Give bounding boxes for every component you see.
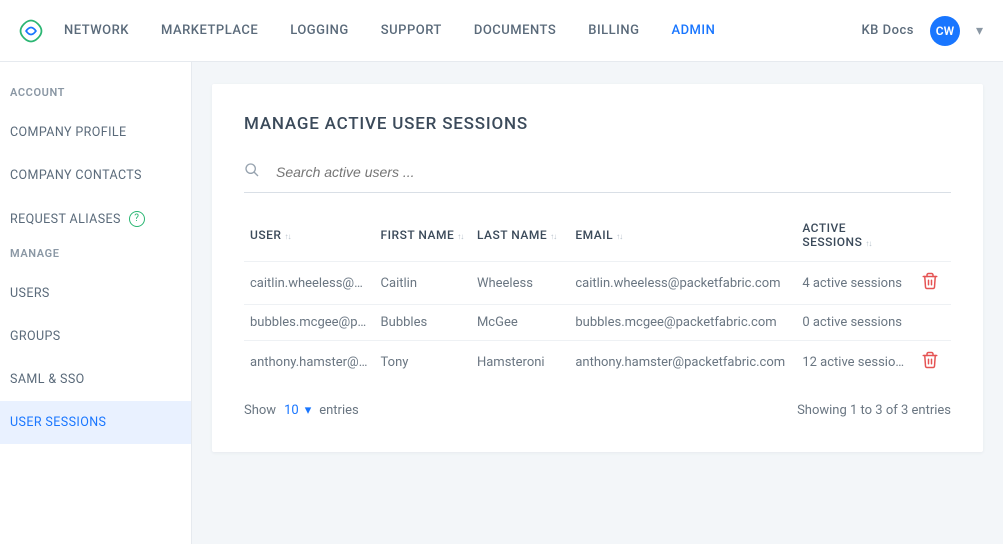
search-icon xyxy=(244,162,260,182)
sidebar-item-company-contacts[interactable]: COMPANY CONTACTS xyxy=(0,154,191,197)
main-content: MANAGE ACTIVE USER SESSIONS USER ↑↓ FIRS… xyxy=(192,62,1003,544)
sort-icon: ↑↓ xyxy=(864,239,871,248)
search-input[interactable] xyxy=(276,164,951,180)
chevron-down-icon[interactable]: ▾ xyxy=(976,23,983,39)
help-icon[interactable]: ? xyxy=(129,211,145,227)
search-row xyxy=(244,156,951,193)
cell-first-name: Bubbles xyxy=(375,305,471,341)
sessions-table: USER ↑↓ FIRST NAME ↑↓ LAST NAME ↑↓ EMAIL… xyxy=(244,211,951,383)
nav-logging[interactable]: LOGGING xyxy=(290,23,349,38)
nav-billing[interactable]: BILLING xyxy=(588,23,639,38)
sidebar-item-groups[interactable]: GROUPS xyxy=(0,315,191,358)
cell-first-name: Tony xyxy=(375,341,471,384)
nav-documents[interactable]: DOCUMENTS xyxy=(474,23,556,38)
avatar[interactable]: CW xyxy=(930,16,960,46)
sidebar-item-label: REQUEST ALIASES xyxy=(10,212,121,227)
nav-network[interactable]: NETWORK xyxy=(64,23,129,38)
sidebar-item-saml-sso[interactable]: SAML & SSO xyxy=(0,358,191,401)
col-user[interactable]: USER ↑↓ xyxy=(244,211,375,262)
cell-sessions: 0 active sessions xyxy=(796,305,915,341)
chevron-down-icon: ▾ xyxy=(305,403,312,418)
page-size-suffix: entries xyxy=(319,403,359,418)
page-title: MANAGE ACTIVE USER SESSIONS xyxy=(244,114,951,134)
nav-admin[interactable]: ADMIN xyxy=(671,23,715,38)
table-row: bubbles.mcgee@p…BubblesMcGeebubbles.mcge… xyxy=(244,305,951,341)
cell-sessions: 12 active sessions xyxy=(796,341,915,384)
table-row: anthony.hamster@…TonyHamsteronianthony.h… xyxy=(244,341,951,384)
sessions-card: MANAGE ACTIVE USER SESSIONS USER ↑↓ FIRS… xyxy=(212,84,983,452)
topbar: NETWORK MARKETPLACE LOGGING SUPPORT DOCU… xyxy=(0,0,1003,62)
top-nav: NETWORK MARKETPLACE LOGGING SUPPORT DOCU… xyxy=(64,23,715,38)
sidebar-item-users[interactable]: USERS xyxy=(0,272,191,315)
col-first-name[interactable]: FIRST NAME ↑↓ xyxy=(375,211,471,262)
col-last-name[interactable]: LAST NAME ↑↓ xyxy=(471,211,569,262)
page-size-select[interactable]: 10 ▾ xyxy=(284,403,311,418)
col-email[interactable]: EMAIL ↑↓ xyxy=(569,211,796,262)
cell-sessions: 4 active sessions xyxy=(796,262,915,305)
cell-user: anthony.hamster@… xyxy=(244,341,375,384)
sidebar-group-manage: MANAGE xyxy=(0,247,191,272)
cell-last-name: Hamsteroni xyxy=(471,341,569,384)
col-active-sessions[interactable]: ACTIVE SESSIONS ↑↓ xyxy=(796,211,915,262)
sort-icon: ↑↓ xyxy=(549,232,556,241)
sort-icon: ↑↓ xyxy=(615,232,622,241)
cell-email: anthony.hamster@packetfabric.com xyxy=(569,341,796,384)
cell-first-name: Caitlin xyxy=(375,262,471,305)
brand-logo-icon xyxy=(16,16,46,46)
sidebar-item-user-sessions[interactable]: USER SESSIONS xyxy=(0,401,191,444)
sort-icon: ↑↓ xyxy=(456,232,463,241)
sidebar-item-request-aliases[interactable]: REQUEST ALIASES ? xyxy=(0,197,191,241)
delete-session-button trash-icon[interactable] xyxy=(921,351,939,369)
sidebar-group-account: ACCOUNT xyxy=(0,86,191,111)
cell-last-name: McGee xyxy=(471,305,569,341)
table-header-row: USER ↑↓ FIRST NAME ↑↓ LAST NAME ↑↓ EMAIL… xyxy=(244,211,951,262)
cell-email: bubbles.mcgee@packetfabric.com xyxy=(569,305,796,341)
table-row: caitlin.wheeless@p…CaitlinWheelesscaitli… xyxy=(244,262,951,305)
sort-icon: ↑↓ xyxy=(283,232,290,241)
nav-support[interactable]: SUPPORT xyxy=(381,23,442,38)
showing-text: Showing 1 to 3 of 3 entries xyxy=(797,403,951,418)
page-size-selector: Show 10 ▾ entries xyxy=(244,403,359,418)
cell-user: bubbles.mcgee@p… xyxy=(244,305,375,341)
cell-last-name: Wheeless xyxy=(471,262,569,305)
page-size-prefix: Show xyxy=(244,403,276,418)
kb-docs-link[interactable]: KB Docs xyxy=(861,23,914,38)
nav-marketplace[interactable]: MARKETPLACE xyxy=(161,23,258,38)
sidebar: ACCOUNT COMPANY PROFILE COMPANY CONTACTS… xyxy=(0,62,192,544)
table-footer: Show 10 ▾ entries Showing 1 to 3 of 3 en… xyxy=(244,403,951,418)
delete-session-button trash-icon[interactable] xyxy=(921,272,939,290)
sidebar-item-company-profile[interactable]: COMPANY PROFILE xyxy=(0,111,191,154)
cell-email: caitlin.wheeless@packetfabric.com xyxy=(569,262,796,305)
cell-user: caitlin.wheeless@p… xyxy=(244,262,375,305)
